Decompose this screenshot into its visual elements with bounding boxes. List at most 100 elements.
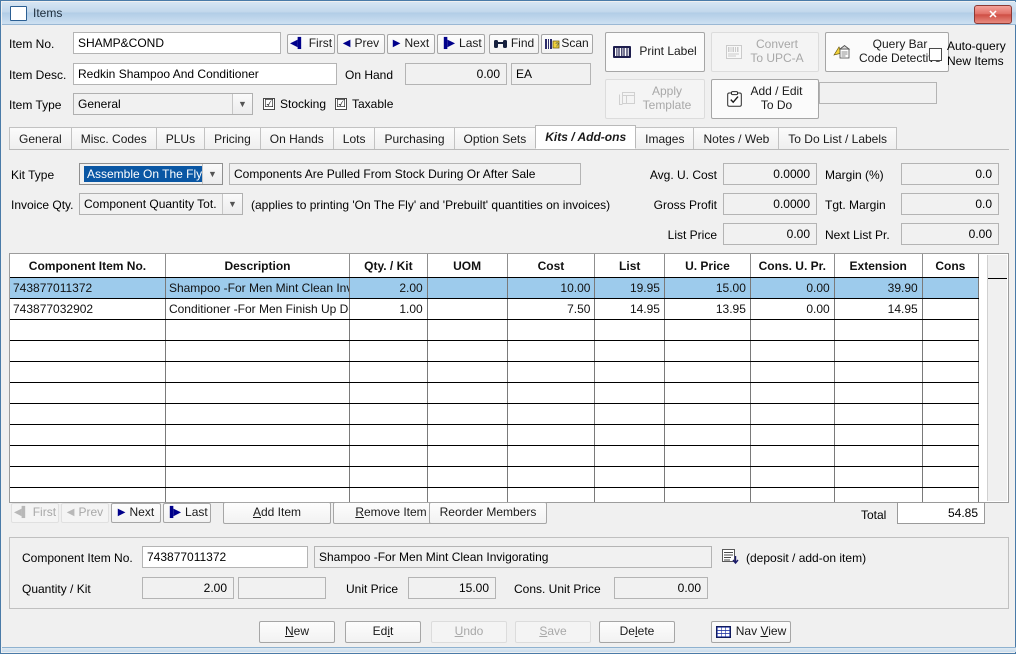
tab-lots[interactable]: Lots (332, 127, 376, 149)
col-u-price[interactable]: U. Price (664, 254, 751, 278)
gross-profit-label: Gross Profit (653, 198, 717, 212)
tab-notes-web[interactable]: Notes / Web (693, 127, 780, 149)
nav-first-button[interactable]: ◀▌ First (287, 34, 335, 54)
print-label-text: Print Label (639, 44, 697, 59)
title-bar: Items ✕ (2, 2, 1016, 25)
items-window: Items ✕ Item No. SHAMP&COND Item Desc. R… (0, 0, 1016, 654)
item-desc-label: Item Desc. (9, 68, 67, 82)
convert-line2: To UPC-A (750, 51, 804, 65)
table-row[interactable] (10, 403, 980, 425)
cons-unit-price-input[interactable]: 0.00 (614, 577, 708, 599)
delete-button[interactable]: Delete (599, 621, 675, 643)
col-cons-u-pr[interactable]: Cons. U. Pr. (750, 254, 835, 278)
tab-purchasing[interactable]: Purchasing (374, 127, 455, 149)
col-cons[interactable]: Cons (922, 254, 980, 278)
tab-images[interactable]: Images (635, 127, 695, 149)
table-row[interactable] (10, 466, 980, 488)
chevron-down-icon[interactable]: ▼ (202, 164, 222, 184)
table-row[interactable] (10, 487, 980, 502)
table-row[interactable]: 743877032902 Conditioner -For Men Finish… (10, 298, 980, 320)
nav-last-button[interactable]: ▐▶ Last (437, 34, 485, 54)
invoice-qty-select[interactable]: Component Quantity Tot. ▼ (79, 193, 243, 215)
new-button[interactable]: New (259, 621, 335, 643)
col-uom[interactable]: UOM (427, 254, 508, 278)
tab-kits-add-ons[interactable]: Kits / Add-ons (535, 125, 637, 149)
find-button[interactable]: Find (489, 34, 539, 54)
add-edit-todo-button[interactable]: Add / Edit To Do (711, 79, 819, 119)
tab-plus[interactable]: PLUs (155, 127, 206, 149)
table-row[interactable] (10, 361, 980, 383)
list-price-value: 0.00 (723, 223, 817, 245)
nav-view-button[interactable]: Nav View (711, 621, 791, 643)
grid-last-button[interactable]: ▐▶ Last (163, 503, 211, 523)
grid-prev-button: ◀ Prev (61, 503, 109, 523)
kit-type-select[interactable]: Assemble On The Fly ▼ (79, 163, 223, 185)
template-icon (618, 92, 635, 105)
tab-on-hands[interactable]: On Hands (259, 127, 334, 149)
apply-line2: Template (642, 98, 692, 112)
quantity-kit-input[interactable]: 2.00 (142, 577, 234, 599)
barcode-icon (613, 46, 632, 58)
add-edit-line1: Add / Edit (750, 84, 803, 99)
nav-next-label: Next (404, 36, 430, 51)
cell-cons-u-pr: 0.00 (750, 298, 835, 320)
item-desc-input[interactable]: Redkin Shampoo And Conditioner (73, 63, 337, 85)
kit-type-label: Kit Type (11, 168, 55, 182)
grid-vertical-scrollbar[interactable] (987, 255, 1007, 501)
tgt-margin-value: 0.0 (901, 193, 999, 215)
tab-pricing[interactable]: Pricing (204, 127, 261, 149)
chevron-down-icon[interactable]: ▼ (222, 194, 242, 214)
reorder-members-button[interactable]: Reorder Members (429, 502, 547, 524)
list-lookup-icon[interactable] (720, 547, 740, 567)
stocking-checkbox[interactable]: ☑ Stocking (263, 97, 326, 111)
gross-profit-value: 0.0000 (723, 193, 817, 215)
scan-button[interactable]: ? Scan (541, 34, 593, 54)
table-row[interactable] (10, 445, 980, 467)
detail-component-item-no-input[interactable]: 743877011372 (142, 546, 308, 568)
tab-general[interactable]: General (9, 127, 72, 149)
table-row[interactable] (10, 382, 980, 404)
taxable-checkbox[interactable]: ☑ Taxable (335, 97, 393, 111)
unit-price-input[interactable]: 15.00 (408, 577, 496, 599)
table-row[interactable] (10, 424, 980, 446)
item-type-select[interactable]: General ▼ (73, 93, 253, 115)
components-grid[interactable]: Component Item No. Description Qty. / Ki… (9, 253, 1009, 503)
close-button[interactable]: ✕ (974, 5, 1012, 24)
convert-line1: Convert (755, 37, 799, 52)
chevron-down-icon[interactable]: ▼ (232, 94, 252, 114)
table-row[interactable] (10, 340, 980, 362)
tab-to-do-list-labels[interactable]: To Do List / Labels (778, 127, 898, 149)
table-row[interactable] (10, 319, 980, 341)
add-item-button[interactable]: Add Item (223, 502, 331, 524)
nav-next-button[interactable]: ▶ Next (387, 34, 435, 54)
col-qty-kit[interactable]: Qty. / Kit (349, 254, 428, 278)
item-no-input[interactable]: SHAMP&COND (73, 32, 281, 54)
auto-query-checkbox[interactable]: Auto-query New Items (929, 39, 1006, 69)
cell-cost: 7.50 (507, 298, 596, 320)
col-cost[interactable]: Cost (507, 254, 596, 278)
auto-query-line2: New Items (947, 54, 1004, 68)
avg-u-cost-value: 0.0000 (723, 163, 817, 185)
cell-cons (922, 298, 980, 320)
col-description[interactable]: Description (165, 254, 351, 278)
nav-prev-button[interactable]: ◀ Prev (337, 34, 385, 54)
grid-next-button[interactable]: ▶ Next (111, 503, 161, 523)
col-component-item-no[interactable]: Component Item No. (10, 254, 166, 278)
cell-extension: 39.90 (834, 277, 923, 299)
print-label-button[interactable]: Print Label (605, 32, 705, 72)
col-list[interactable]: List (594, 254, 665, 278)
on-hand-value: 0.00 (405, 63, 507, 85)
total-value: 54.85 (897, 502, 985, 524)
new-accel: N (284, 624, 294, 639)
col-extension[interactable]: Extension (834, 254, 923, 278)
header-blank-input[interactable] (819, 82, 937, 104)
quantity-extra-input[interactable] (238, 577, 326, 599)
taxable-checkbox-box: ☑ (335, 97, 347, 110)
barcode-scan-icon: ? (545, 39, 560, 49)
tab-option-sets[interactable]: Option Sets (453, 127, 537, 149)
table-row[interactable]: 743877011372 Shampoo -For Men Mint Clean… (10, 277, 980, 299)
edit-button[interactable]: Edit (345, 621, 421, 643)
unit-price-label: Unit Price (346, 582, 399, 596)
cell-list: 19.95 (594, 277, 665, 299)
tab-misc-codes[interactable]: Misc. Codes (70, 127, 157, 149)
